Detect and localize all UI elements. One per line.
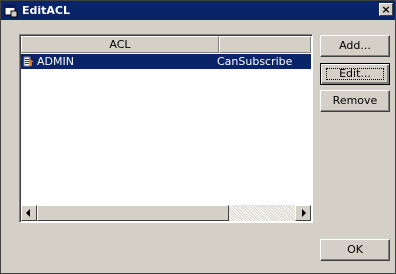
title-bar[interactable]: EditACL ×: [1, 1, 395, 20]
remove-button[interactable]: Remove: [320, 90, 390, 112]
acl-list[interactable]: ACL ADMIN CanSubscribe: [19, 34, 313, 223]
scroll-thumb[interactable]: [37, 205, 229, 221]
scroll-left-button[interactable]: [21, 205, 37, 221]
list-item[interactable]: ADMIN CanSubscribe: [21, 54, 311, 69]
ok-button[interactable]: OK: [320, 239, 390, 261]
arrow-right-icon: [302, 209, 306, 217]
permission-cell: CanSubscribe: [217, 55, 293, 68]
edit-button[interactable]: Edit...: [320, 63, 390, 85]
list-header: ACL: [21, 36, 311, 53]
acl-cell: ADMIN: [37, 55, 74, 68]
scroll-track[interactable]: [229, 205, 295, 221]
user-edit-icon: [23, 56, 34, 67]
close-button[interactable]: ×: [379, 3, 393, 16]
horizontal-scrollbar[interactable]: [21, 205, 311, 221]
column-header-acl[interactable]: ACL: [21, 36, 219, 53]
add-button[interactable]: Add...: [320, 35, 390, 57]
window-title: EditACL: [22, 4, 71, 17]
scroll-right-button[interactable]: [295, 205, 311, 221]
editacl-dialog: EditACL × ACL ADMIN CanSubscribe Add... …: [0, 0, 396, 274]
dialog-icon: [4, 5, 18, 17]
column-header-permission[interactable]: [219, 36, 311, 53]
focus-indicator: [326, 68, 384, 80]
arrow-left-icon: [26, 209, 30, 217]
